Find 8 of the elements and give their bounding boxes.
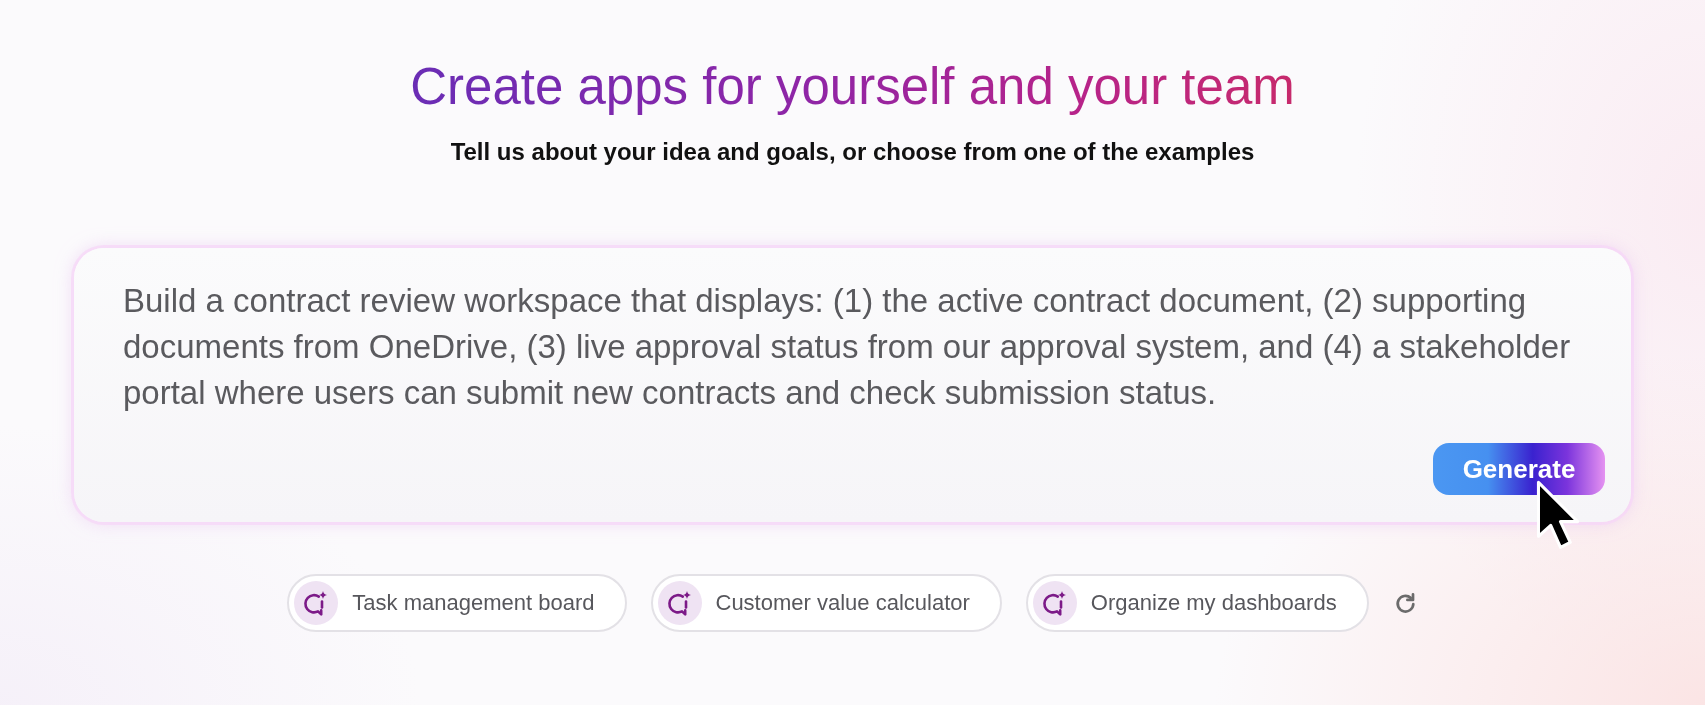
generate-button[interactable]: Generate [1433, 443, 1605, 495]
chat-sparkle-icon [1032, 581, 1077, 625]
chat-sparkle-icon [657, 581, 702, 625]
suggestion-button[interactable]: Organize my dashboards [1025, 574, 1369, 632]
chat-sparkle-icon [294, 581, 339, 625]
page-subtitle: Tell us about your idea and goals, or choose from one of the examples [450, 137, 1255, 167]
suggestion-button[interactable]: Task management board [287, 574, 627, 632]
suggestion-button[interactable]: Customer value calculator [650, 574, 1002, 632]
